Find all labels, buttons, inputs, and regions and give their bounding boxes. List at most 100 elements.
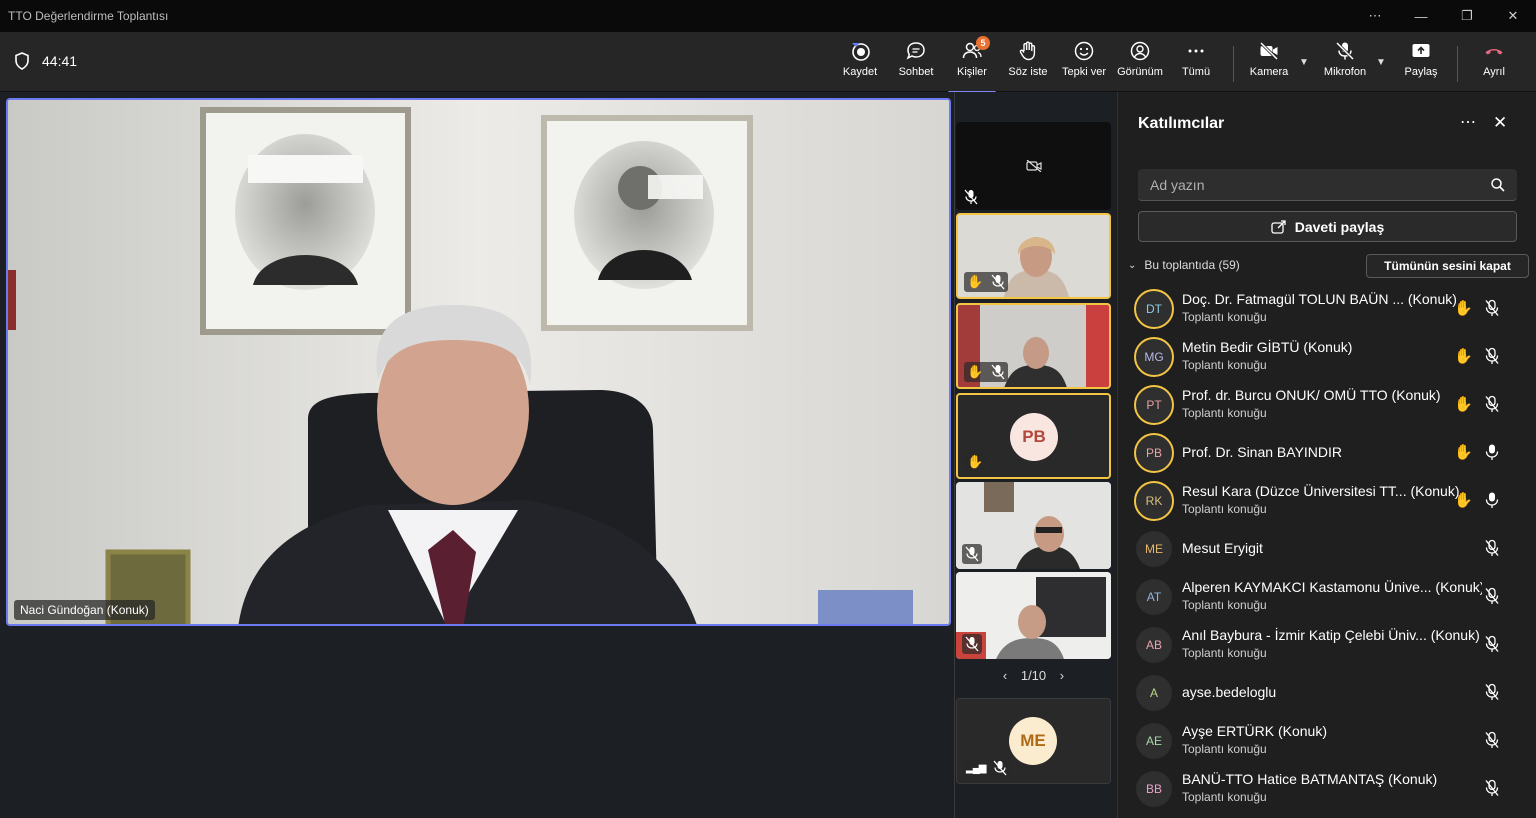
participant-row[interactable]: BB BANÜ-TTO Hatice BATMANTAŞ (Konuk) Topla… — [1136, 765, 1531, 813]
close-panel-icon[interactable]: ✕ — [1493, 113, 1507, 133]
page-indicator: 1/10 — [1020, 668, 1047, 683]
video-tile[interactable]: ✋ — [956, 213, 1111, 299]
participant-role: Toplantı konuğu — [1182, 406, 1267, 420]
share-invite-label: Daveti paylaş — [1294, 218, 1385, 235]
react-icon — [1074, 41, 1094, 61]
previous-page-chevron-icon[interactable]: ‹ — [1003, 668, 1007, 683]
react-button[interactable]: Tepki ver — [1056, 40, 1112, 88]
participant-row[interactable]: PB Prof. Dr. Sinan BAYINDIR ✋ — [1134, 429, 1531, 477]
participant-name: Doç. Dr. Fatmagül TOLUN BAÜN ... (Konuk) — [1182, 291, 1457, 307]
view-button[interactable]: Görünüm — [1112, 40, 1168, 88]
camera-label: Kamera — [1249, 66, 1289, 78]
video-tile[interactable]: PB ✋ — [956, 393, 1111, 479]
participant-role: Toplantı konuğu — [1182, 310, 1267, 324]
mic-on-icon — [1485, 492, 1499, 508]
chat-icon — [906, 42, 925, 60]
raised-hand-icon: ✋ — [1454, 444, 1473, 461]
raised-hand-icon: ✋ — [1454, 348, 1473, 365]
mic-off-icon — [1485, 635, 1499, 652]
window-controls: ⋯ — ❐ ✕ — [1352, 0, 1536, 32]
video-tile[interactable] — [956, 482, 1111, 569]
leave-label: Ayrıl — [1483, 66, 1505, 78]
video-tile[interactable] — [956, 122, 1111, 210]
mic-off-icon — [993, 760, 1007, 776]
participant-row[interactable]: DT Doç. Dr. Fatmagül TOLUN BAÜN ... (Konu… — [1134, 285, 1531, 333]
meeting-toolbar: 44:41 Kaydet Sohbet 5 Kişiler Söz iste T… — [0, 32, 1536, 94]
window-more-button[interactable]: ⋯ — [1352, 0, 1398, 32]
participant-row[interactable]: MG Metin Bedir GİBTÜ (Konuk) Toplantı konu… — [1134, 333, 1531, 381]
participant-row[interactable]: Aayse.bedeloglu — [1136, 669, 1531, 717]
view-icon — [1130, 41, 1150, 61]
participant-avatar: ME — [1136, 531, 1172, 567]
participant-row[interactable]: AB Anıl Baybura - İzmir Katip Çelebi Üniv… — [1136, 621, 1531, 669]
participant-row[interactable]: ME Mesut Eryigit — [1136, 525, 1531, 573]
participant-name: Prof. Dr. Sinan BAYINDIR — [1182, 444, 1343, 460]
video-tile[interactable] — [956, 572, 1111, 659]
participant-avatar: AE — [1136, 723, 1172, 759]
mic-off-icon — [1485, 299, 1499, 316]
microphone-options-chevron-icon[interactable]: ▼ — [1376, 57, 1386, 68]
participant-name: Alperen KAYMAKCI Kastamonu Ünive... (Kon… — [1182, 579, 1482, 595]
signal-strength-icon: ▂▄▆ — [966, 762, 986, 774]
section-label: Bu toplantıda (59) — [1144, 258, 1240, 272]
next-page-chevron-icon[interactable]: › — [1060, 668, 1064, 683]
participant-row[interactable]: RK Resul Kara (Düzce Üniversitesi TT... (… — [1134, 477, 1531, 525]
participant-role: Toplantı konuğu — [1182, 646, 1267, 660]
record-label: Kaydet — [842, 66, 878, 78]
timer-text: 44:41 — [42, 53, 78, 69]
self-video-tile[interactable]: ME ▂▄▆ — [956, 698, 1111, 784]
participant-row[interactable]: AE Ayşe ERTÜRK (Konuk) Toplantı konuğu — [1136, 717, 1531, 765]
microphone-label: Mikrofon — [1323, 66, 1367, 78]
mute-all-button[interactable]: Tümünün sesini kapat — [1366, 254, 1529, 278]
meeting-timer: 44:41 — [14, 52, 77, 70]
mic-off-icon — [1485, 683, 1499, 700]
participant-avatar: DT — [1134, 289, 1174, 329]
panel-title: Katılımcılar — [1138, 115, 1225, 132]
self-avatar: ME — [1009, 717, 1057, 765]
chat-button[interactable]: Sohbet — [888, 40, 944, 88]
window-titlebar: TTO Değerlendirme Toplantısı ⋯ — ❐ ✕ — [0, 0, 1536, 32]
more-label: Tümü — [1181, 66, 1211, 78]
participant-avatar: A — [1136, 675, 1172, 711]
raise-hand-button[interactable]: Söz iste — [1000, 40, 1056, 88]
microphone-button[interactable]: Mikrofon — [1317, 40, 1373, 88]
mic-off-icon — [991, 364, 1005, 380]
toolbar-divider — [1233, 46, 1234, 82]
camera-button[interactable]: Kamera — [1241, 40, 1297, 88]
participant-search-input[interactable] — [1138, 169, 1468, 201]
more-button[interactable]: Tümü — [1168, 40, 1224, 88]
video-tile[interactable]: ✋ — [956, 303, 1111, 389]
mic-off-icon — [964, 189, 978, 205]
main-video-feed[interactable]: Naci Gündoğan (Konuk) — [6, 98, 951, 626]
camera-options-chevron-icon[interactable]: ▼ — [1299, 57, 1309, 68]
close-window-button[interactable]: ✕ — [1490, 0, 1536, 32]
participant-name: Ayşe ERTÜRK (Konuk) — [1182, 723, 1327, 739]
participant-name: ayse.bedeloglu — [1182, 684, 1277, 700]
leave-button[interactable]: Ayrıl — [1466, 40, 1522, 88]
search-box — [1138, 169, 1517, 201]
share-invite-icon — [1271, 219, 1286, 234]
people-label: Kişiler — [957, 66, 987, 78]
panel-more-icon[interactable]: ⋯ — [1460, 112, 1476, 132]
raised-hand-icon: ✋ — [967, 364, 984, 379]
raised-hand-icon: ✋ — [967, 454, 984, 469]
participant-row[interactable]: PT Prof. dr. Burcu ONUK/ OMÜ TTO (Konuk) T… — [1134, 381, 1531, 429]
participant-name: Anıl Baybura - İzmir Katip Çelebi Üniv..… — [1182, 627, 1480, 643]
share-button[interactable]: Paylaş — [1393, 40, 1449, 88]
in-meeting-section-toggle[interactable]: ⌄ Bu toplantıda (59) — [1128, 258, 1240, 272]
chat-label: Sohbet — [898, 66, 934, 78]
share-invite-button[interactable]: Daveti paylaş — [1138, 211, 1517, 242]
raise-hand-label: Söz iste — [1008, 66, 1048, 78]
speaker-video-image — [8, 100, 949, 624]
maximize-button[interactable]: ❐ — [1444, 0, 1490, 32]
people-button[interactable]: 5 Kişiler — [944, 36, 1000, 94]
participant-avatar: PT — [1134, 385, 1174, 425]
minimize-button[interactable]: — — [1398, 0, 1444, 32]
participant-role: Toplantı konuğu — [1182, 358, 1267, 372]
record-button[interactable]: Kaydet — [832, 40, 888, 88]
mic-off-icon — [1485, 587, 1499, 604]
participant-row[interactable]: AT Alperen KAYMAKCI Kastamonu Ünive... (K… — [1136, 573, 1531, 621]
mic-off-icon — [965, 636, 979, 652]
tile-avatar: PB — [1010, 413, 1058, 461]
raised-hand-icon: ✋ — [1454, 300, 1473, 317]
